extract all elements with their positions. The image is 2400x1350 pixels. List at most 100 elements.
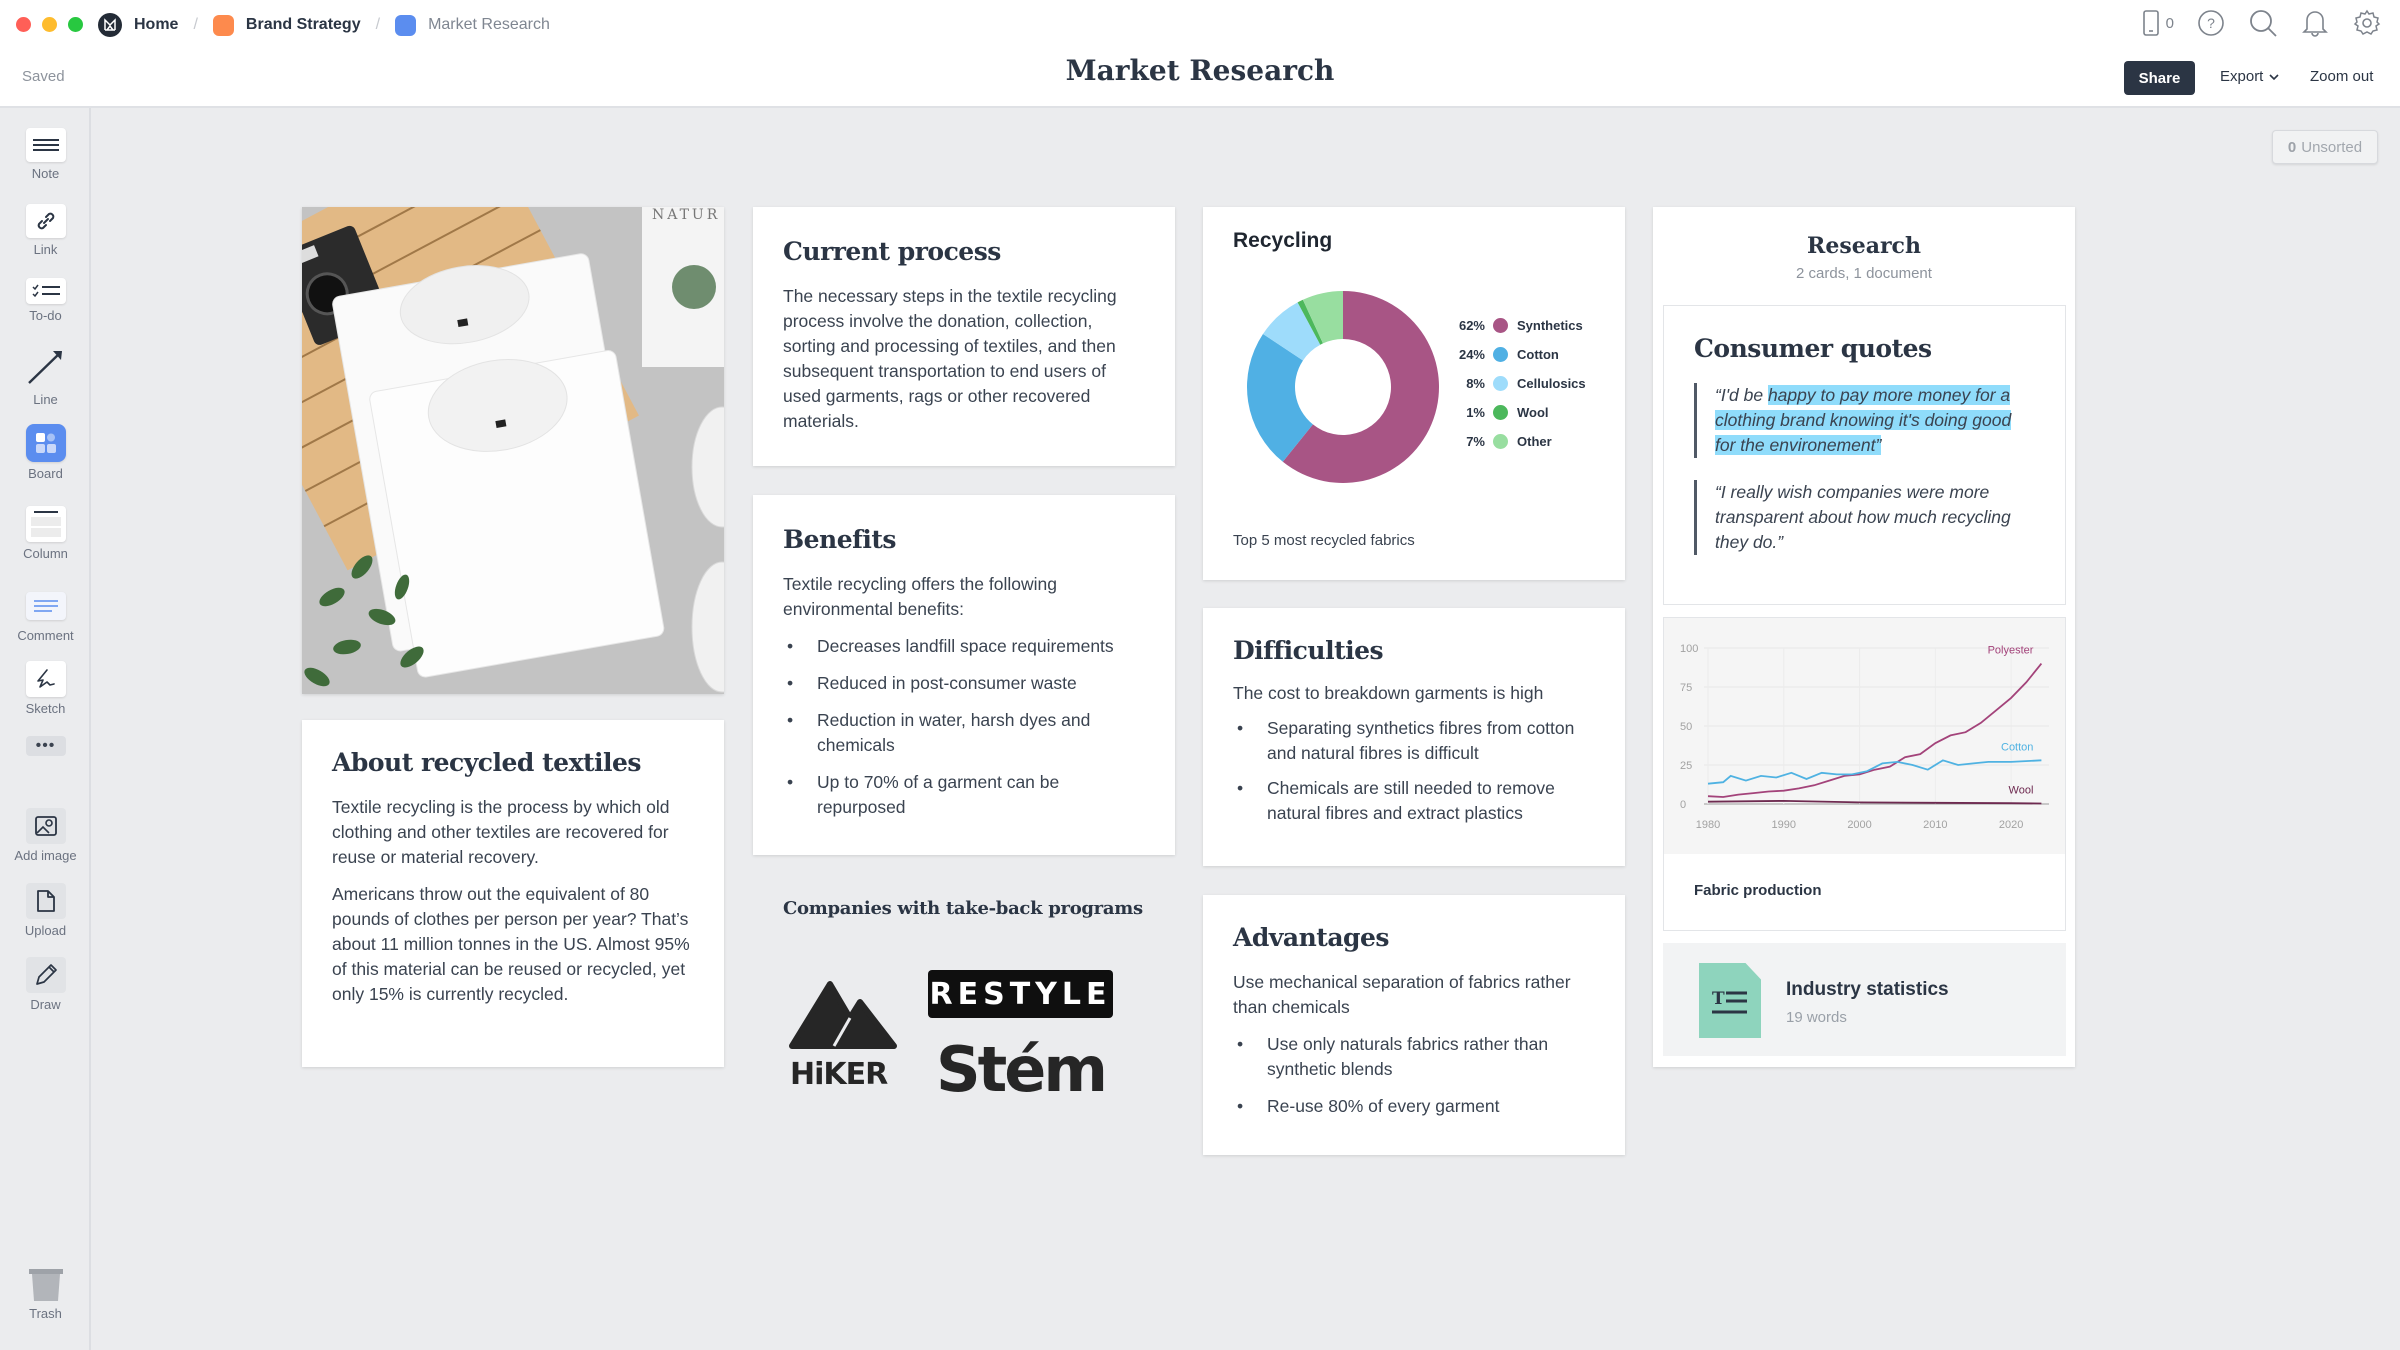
list-item: Chemicals are still needed to remove nat… [1233, 776, 1595, 826]
logo-hiker-text: HiKER [790, 1057, 888, 1092]
legend-swatch [1493, 376, 1508, 391]
card-title: Advantages [1233, 923, 1390, 952]
tool-label: Note [31, 166, 60, 181]
column-title: Research [1807, 233, 1921, 259]
legend-item: 24% Cotton [1451, 340, 1586, 369]
tool-comment[interactable]: Comment [0, 592, 91, 643]
tool-todo[interactable]: To-do [0, 278, 91, 323]
series-label-polyester: Polyester [1988, 645, 2034, 657]
legend-swatch [1493, 347, 1508, 362]
tool-more[interactable]: ••• [0, 736, 91, 756]
card-title: About recycled textiles [332, 748, 642, 777]
legend-label: Synthetics [1517, 318, 1583, 333]
y-tick-label: 50 [1680, 721, 1692, 733]
card-advantages[interactable]: Advantages Use mechanical separation of … [1203, 895, 1625, 1155]
notifications-button[interactable] [2300, 8, 2330, 38]
breadcrumb-label: Brand Strategy [245, 16, 361, 33]
breadcrumb-market-research[interactable]: Market Research [395, 14, 550, 36]
search-button[interactable] [2248, 8, 2278, 38]
tool-label: Column [23, 546, 68, 561]
card-recycling-chart[interactable]: Recycling 62% Synthetics 24% Cotton 8% Cellul… [1203, 207, 1625, 580]
maximize-window-button[interactable] [68, 17, 83, 32]
image-card-tshirts[interactable]: NATUR [302, 207, 724, 694]
series-label-wool: Wool [2009, 785, 2034, 797]
tool-label: Upload [24, 923, 67, 938]
series-line-cotton [1707, 759, 2042, 785]
search-icon [2250, 10, 2277, 37]
settings-button[interactable] [2352, 8, 2382, 38]
chart-caption: Fabric production [1694, 882, 1822, 899]
tool-draw[interactable]: Draw [0, 957, 91, 1012]
tool-sketch[interactable]: Sketch [0, 661, 91, 716]
line-chart: 0 25 50 75 100 1980 1990 2000 2010 2020 Polyester C… [1680, 643, 2049, 831]
unsorted-button[interactable]: 0 Unsorted [2272, 130, 2378, 164]
card-title: Consumer quotes [1694, 334, 1932, 363]
legend-item: 7% Other [1451, 427, 1586, 456]
tool-label: Draw [30, 997, 61, 1012]
add-image-icon [34, 816, 57, 836]
trash[interactable]: Trash [0, 1268, 91, 1321]
card-about-recycled-textiles[interactable]: About recycled textiles Textile recyclin… [302, 720, 724, 1067]
tool-add-image[interactable]: Add image [0, 808, 91, 863]
breadcrumb-brand-strategy[interactable]: Brand Strategy [212, 14, 361, 36]
card-benefits[interactable]: Benefits Textile recycling offers the fo… [753, 495, 1175, 855]
card-title: Difficulties [1233, 636, 1384, 665]
zoom-out-button[interactable]: Zoom out [2310, 68, 2373, 85]
tool-board[interactable]: Board [0, 424, 91, 481]
sketch-icon [36, 669, 55, 688]
export-button[interactable]: Export [2220, 68, 2279, 85]
bell-icon [2302, 11, 2328, 37]
tool-note[interactable]: Note [0, 128, 91, 181]
export-label: Export [2220, 68, 2264, 85]
tool-upload[interactable]: Upload [0, 883, 91, 938]
logo-hiker[interactable]: HiKER [788, 980, 900, 1092]
minimize-window-button[interactable] [42, 17, 57, 32]
column-icon [30, 511, 61, 537]
legend-item: 8% Cellulosics [1451, 369, 1586, 398]
milanote-logo-icon [98, 13, 122, 37]
series-label-cotton: Cotton [2001, 741, 2033, 753]
note-icon [32, 139, 59, 151]
logo-restyle[interactable]: RESTYLE [928, 970, 1113, 1018]
tool-label: Add image [14, 848, 77, 863]
series-line-wool [1707, 799, 2042, 805]
tool-column[interactable]: Column [0, 506, 91, 561]
page-title: Market Research [1065, 54, 1335, 87]
card-current-process[interactable]: Current process The necessary steps in t… [753, 207, 1175, 466]
legend-label: Cellulosics [1517, 376, 1586, 391]
card-paragraph: Americans throw out the equivalent of 80… [332, 884, 690, 1004]
legend-value: 8% [1466, 376, 1485, 391]
logo-stem[interactable]: Stém [936, 1035, 1108, 1105]
tool-label: Line [33, 392, 58, 407]
tool-link[interactable]: Link [0, 204, 91, 257]
breadcrumb-home[interactable]: Home [98, 13, 178, 37]
legend-swatch [1493, 434, 1508, 449]
donut-chart [1247, 291, 1439, 483]
list-item: Decreases landfill space requirements [783, 634, 1145, 659]
card-fabric-production-chart[interactable]: 0 25 50 75 100 1980 1990 2000 2010 2020 Polyester C… [1663, 617, 2066, 931]
card-title: Current process [783, 237, 1001, 266]
tool-line[interactable]: Line [0, 344, 91, 407]
difficulties-list: Separating synthetics fibres from cotton… [1233, 716, 1595, 826]
share-button[interactable]: Share [2124, 61, 2195, 95]
card-consumer-quotes[interactable]: Consumer quotes “I'd be happy to pay mor… [1663, 305, 2066, 605]
mobile-devices-button[interactable]: 0 [2142, 9, 2174, 37]
card-difficulties[interactable]: Difficulties The cost to breakdown garme… [1203, 608, 1625, 866]
companies-heading: Companies with take-back programs [783, 898, 1143, 919]
help-button[interactable]: ? [2196, 8, 2226, 38]
unsorted-label: Unsorted [2301, 138, 2363, 156]
document-industry-statistics[interactable]: T Industry statistics 19 words [1663, 943, 2066, 1056]
column-subtitle: 2 cards, 1 document [1796, 265, 1932, 282]
svg-text:?: ? [2207, 15, 2215, 31]
close-window-button[interactable] [16, 17, 31, 32]
card-paragraph: Textile recycling is the process by whic… [332, 797, 670, 867]
save-status: Saved [22, 68, 65, 85]
y-tick-label: 75 [1680, 682, 1692, 694]
list-item: Re-use 80% of every garment [1233, 1094, 1595, 1119]
x-tick-label: 2000 [1847, 819, 1871, 831]
document-meta: 19 words [1786, 1009, 1847, 1026]
column-research[interactable]: Research 2 cards, 1 document Consumer qu… [1653, 207, 2075, 1067]
list-item: Reduction in water, harsh dyes and chemi… [783, 708, 1145, 758]
quote-1: “I'd be happy to pay more money for a cl… [1694, 383, 2035, 458]
mobile-device-icon [2142, 10, 2159, 36]
